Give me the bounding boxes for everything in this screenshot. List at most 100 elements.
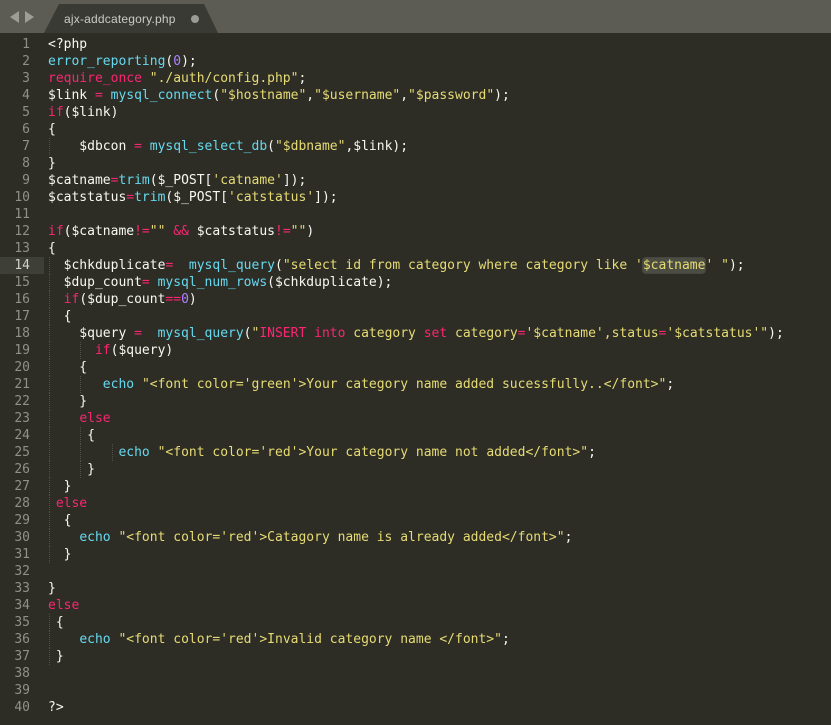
line-number[interactable]: 30 [0,529,44,546]
code-line[interactable]: $dbcon = mysql_select_db("$dbname",$link… [44,138,831,155]
line-number[interactable]: 25 [0,444,44,461]
line-number[interactable]: 34 [0,597,44,614]
code-line-row: 9$catname=trim($_POST['catname']); [0,172,831,189]
line-number[interactable]: 31 [0,546,44,563]
line-number[interactable]: 6 [0,121,44,138]
code-line[interactable]: } [44,155,831,172]
line-number[interactable]: 28 [0,495,44,512]
code-line-row: 39 [0,682,831,699]
code-line[interactable]: } [44,393,831,410]
tab-scroll-left-icon[interactable] [10,11,19,23]
line-number[interactable]: 2 [0,53,44,70]
code-line[interactable]: else [44,410,831,427]
line-number[interactable]: 33 [0,580,44,597]
code-line[interactable]: { [44,512,831,529]
line-number[interactable]: 14 [0,257,44,274]
line-number[interactable]: 17 [0,308,44,325]
line-number[interactable]: 8 [0,155,44,172]
code-line[interactable]: if($dup_count==0) [44,291,831,308]
code-line[interactable]: echo "<font color='red'>Catagory name is… [44,529,831,546]
code-area: 1<?php2error_reporting(0);3require_once … [0,36,831,716]
code-line[interactable]: if($catname!="" && $catstatus!="") [44,223,831,240]
line-number[interactable]: 1 [0,36,44,53]
line-number[interactable]: 29 [0,512,44,529]
code-line[interactable]: else [44,495,831,512]
line-number[interactable]: 7 [0,138,44,155]
code-line-row: 38 [0,665,831,682]
line-number[interactable]: 9 [0,172,44,189]
code-line[interactable]: <?php [44,36,831,53]
code-line[interactable]: $catname=trim($_POST['catname']); [44,172,831,189]
indent-guide [49,529,50,546]
line-number[interactable]: 24 [0,427,44,444]
line-number[interactable]: 18 [0,325,44,342]
code-line[interactable]: else [44,597,831,614]
line-number[interactable]: 22 [0,393,44,410]
line-number[interactable]: 3 [0,70,44,87]
code-line[interactable]: echo "<font color='green'>Your category … [44,376,831,393]
code-line[interactable]: { [44,240,831,257]
line-number[interactable]: 23 [0,410,44,427]
code-line[interactable]: if($query) [44,342,831,359]
code-line[interactable]: } [44,648,831,665]
code-line[interactable]: require_once "./auth/config.php"; [44,70,831,87]
highlighted-word: $catname [643,258,706,273]
line-number[interactable]: 35 [0,614,44,631]
tab-scroll-right-icon[interactable] [25,11,34,23]
code-line-row: 2error_reporting(0); [0,53,831,70]
code-line[interactable] [44,682,831,699]
line-number[interactable]: 32 [0,563,44,580]
line-number[interactable]: 20 [0,359,44,376]
code-line[interactable]: } [44,546,831,563]
code-line[interactable]: } [44,461,831,478]
code-line[interactable]: $link = mysql_connect("$hostname","$user… [44,87,831,104]
indent-guide [49,359,50,376]
line-number[interactable]: 12 [0,223,44,240]
line-number[interactable]: 13 [0,240,44,257]
line-number[interactable]: 37 [0,648,44,665]
code-line-row: 12if($catname!="" && $catstatus!="") [0,223,831,240]
line-number[interactable]: 40 [0,699,44,716]
line-number[interactable]: 16 [0,291,44,308]
code-line[interactable]: { [44,614,831,631]
code-line-row: 32 [0,563,831,580]
line-number[interactable]: 5 [0,104,44,121]
code-line[interactable]: ?> [44,699,831,716]
code-line[interactable]: echo "<font color='red'>Invalid category… [44,631,831,648]
code-line-row: 34else [0,597,831,614]
code-line-row: 3require_once "./auth/config.php"; [0,70,831,87]
code-line-row: 31 } [0,546,831,563]
line-number[interactable]: 39 [0,682,44,699]
line-number[interactable]: 11 [0,206,44,223]
code-line[interactable] [44,563,831,580]
line-number[interactable]: 4 [0,87,44,104]
line-number[interactable]: 19 [0,342,44,359]
code-editor[interactable]: 1<?php2error_reporting(0);3require_once … [0,33,831,716]
code-line[interactable] [44,665,831,682]
line-number[interactable]: 26 [0,461,44,478]
line-number[interactable]: 27 [0,478,44,495]
line-number[interactable]: 38 [0,665,44,682]
indent-guide [80,444,81,461]
code-line[interactable]: if($link) [44,104,831,121]
code-line[interactable]: { [44,427,831,444]
line-number[interactable]: 10 [0,189,44,206]
code-line[interactable]: { [44,308,831,325]
code-line-row: 21 echo "<font color='green'>Your catego… [0,376,831,393]
code-line[interactable]: $catstatus=trim($_POST['catstatus']); [44,189,831,206]
tab-ajx-addcategory[interactable]: ajx-addcategory.php [44,4,218,33]
code-line-row: 19 if($query) [0,342,831,359]
code-line[interactable]: $chkduplicate= mysql_query("select id fr… [44,257,831,274]
line-number[interactable]: 36 [0,631,44,648]
code-line[interactable] [44,206,831,223]
code-line[interactable]: $dup_count= mysql_num_rows($chkduplicate… [44,274,831,291]
line-number[interactable]: 21 [0,376,44,393]
code-line[interactable]: } [44,580,831,597]
code-line[interactable]: echo "<font color='red'>Your category na… [44,444,831,461]
code-line[interactable]: error_reporting(0); [44,53,831,70]
line-number[interactable]: 15 [0,274,44,291]
code-line[interactable]: { [44,121,831,138]
code-line[interactable]: $query = mysql_query("INSERT into catego… [44,325,831,342]
code-line[interactable]: } [44,478,831,495]
code-line[interactable]: { [44,359,831,376]
